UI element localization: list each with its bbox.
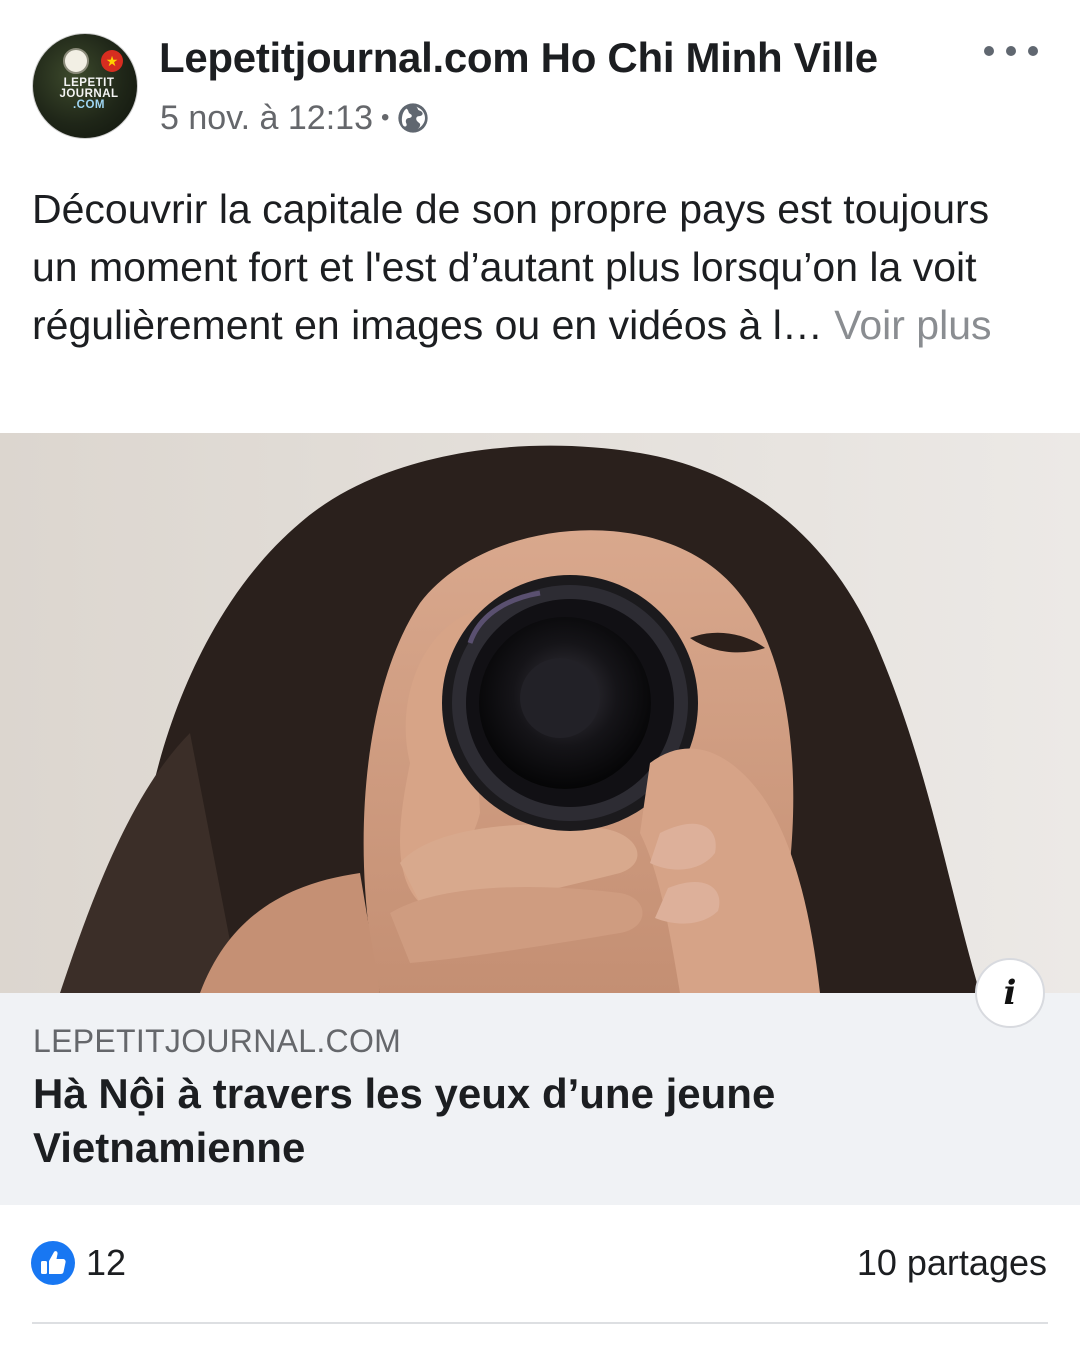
vietnam-flag-icon	[101, 50, 123, 72]
logo-line-3: .COM	[72, 99, 106, 111]
post-text: Découvrir la capitale de son propre pays…	[32, 180, 1042, 354]
post-timestamp[interactable]: 5 nov. à 12:13	[160, 99, 373, 138]
meta-separator: •	[380, 104, 390, 131]
see-more-link[interactable]: Voir plus	[834, 302, 991, 348]
post-meta: 5 nov. à 12:13 •	[160, 98, 429, 138]
globe-icon[interactable]	[397, 102, 429, 134]
info-button[interactable]: i	[975, 958, 1045, 1028]
link-title[interactable]: Hà Nội à travers les yeux d’une jeune Vi…	[33, 1067, 933, 1175]
logo-emblem-icon	[63, 48, 89, 74]
link-preview-card[interactable]: LEPETITJOURNAL.COM Hà Nội à travers les …	[0, 993, 1080, 1205]
share-count[interactable]: 10 partages	[857, 1242, 1047, 1284]
link-preview-image[interactable]	[0, 433, 1080, 993]
camera-photo-illustration	[0, 433, 1080, 993]
page-name-link[interactable]: Lepetitjournal.com Ho Chi Minh Ville	[159, 34, 878, 82]
dot-1	[984, 46, 994, 56]
more-dots-icon[interactable]	[984, 34, 1038, 68]
post-header: LEPETIT JOURNAL .COM Lepetitjournal.com …	[0, 0, 1080, 160]
thumbs-up-icon[interactable]	[31, 1241, 75, 1285]
like-count[interactable]: 12	[86, 1242, 126, 1284]
page-avatar[interactable]: LEPETIT JOURNAL .COM	[32, 33, 138, 139]
link-domain: LEPETITJOURNAL.COM	[33, 1023, 402, 1059]
divider	[32, 1322, 1048, 1324]
dot-3	[1028, 46, 1038, 56]
avatar-logo-text: LEPETIT JOURNAL .COM	[49, 77, 129, 111]
dot-2	[1006, 46, 1016, 56]
